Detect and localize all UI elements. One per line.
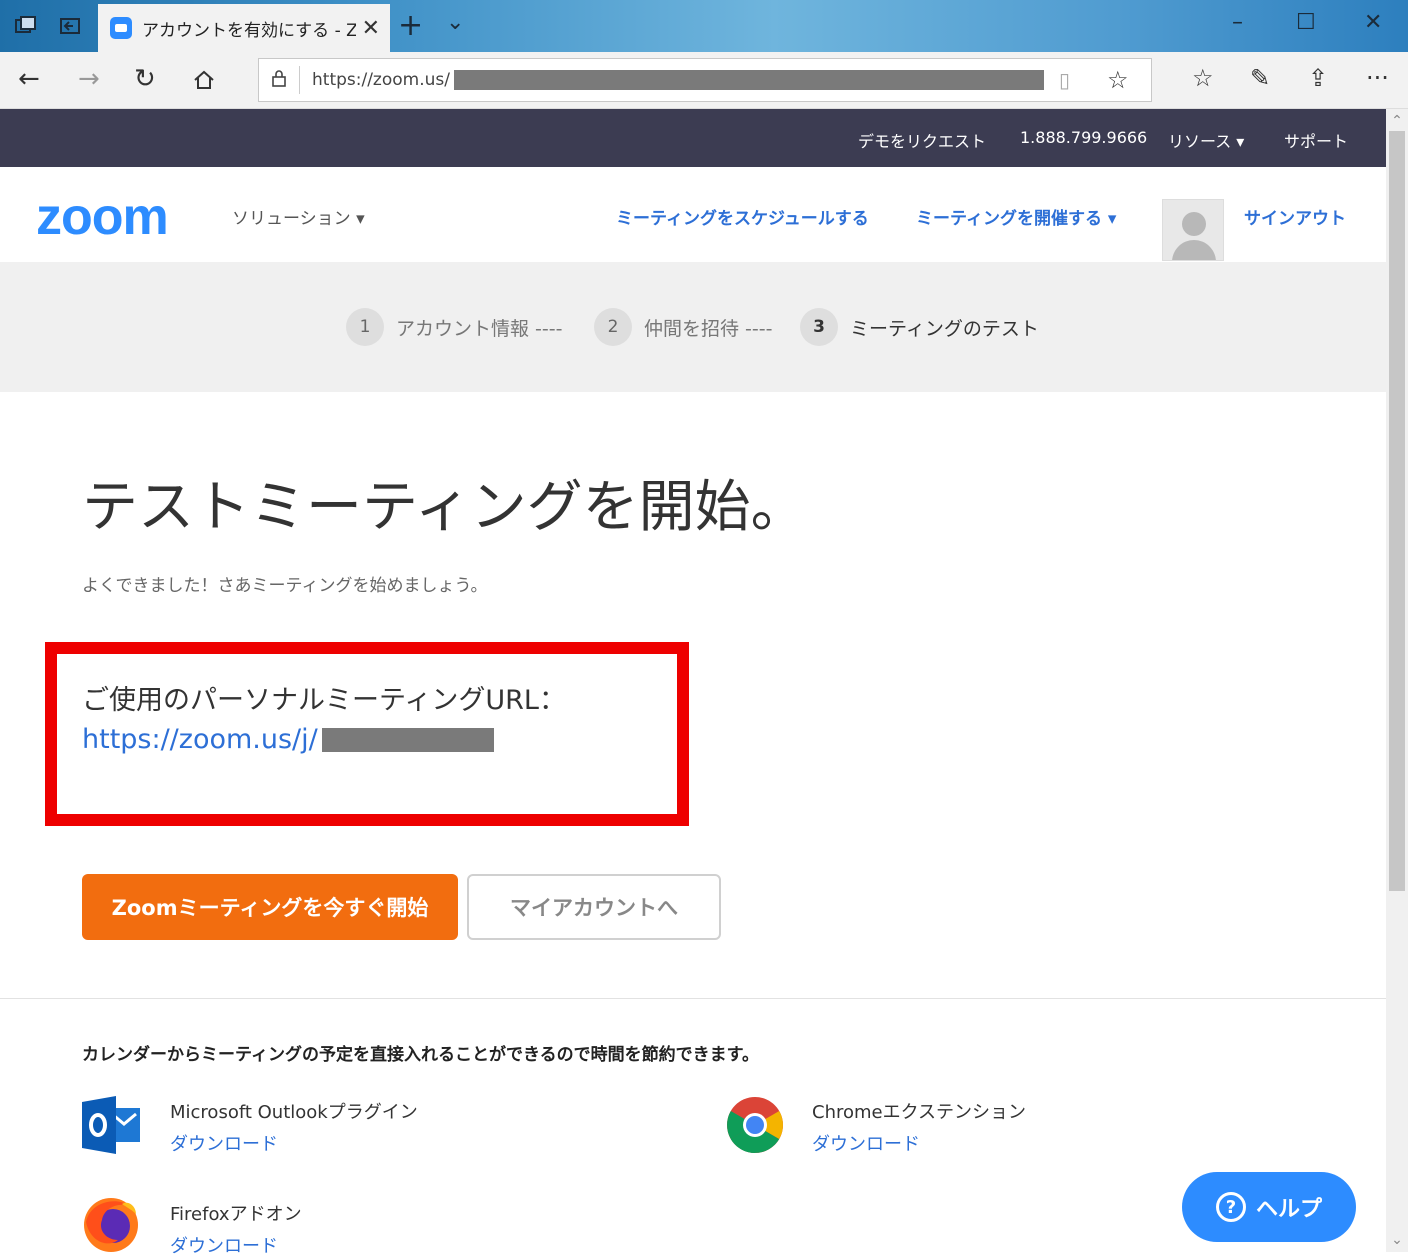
meeting-url-text[interactable]: https://zoom.us/j/ bbox=[82, 724, 318, 755]
page-scrollbar[interactable]: ⌃ ⌄ bbox=[1386, 109, 1408, 1252]
plugin-name: Chromeエクステンション bbox=[812, 1102, 1027, 1123]
request-demo-link[interactable]: デモをリクエスト bbox=[858, 128, 986, 152]
question-icon: ? bbox=[1215, 1192, 1246, 1222]
calendar-promo-text: カレンダーからミーティングの予定を直接入れることができるので時間を節約できます。 bbox=[82, 1045, 759, 1065]
plugin-name: Microsoft Outlookプラグイン bbox=[170, 1102, 418, 1123]
tabs-aside-icon[interactable] bbox=[50, 6, 90, 46]
browser-tab-active[interactable]: アカウントを有効にする - Z ✕ bbox=[98, 4, 390, 52]
address-bar-row: ← → ↻ https://zoom.us/ ▯ ☆ ☆ ✎ ⇪ ··· bbox=[0, 52, 1408, 109]
chrome-icon bbox=[726, 1096, 784, 1158]
scroll-down-icon[interactable]: ⌄ bbox=[1386, 1232, 1408, 1248]
phone-number[interactable]: 1.888.799.9666 bbox=[1020, 128, 1147, 147]
redacted-meeting-id bbox=[321, 727, 494, 752]
page-subtitle: よくできました！さあミーティングを始めましょう。 bbox=[82, 576, 488, 596]
outlook-icon bbox=[82, 1094, 142, 1160]
scrollbar-thumb[interactable] bbox=[1389, 131, 1405, 891]
divider bbox=[0, 998, 1386, 999]
scroll-up-icon[interactable]: ⌃ bbox=[1386, 113, 1408, 129]
home-icon[interactable] bbox=[192, 64, 216, 99]
back-arrow-icon[interactable]: ← bbox=[18, 64, 40, 94]
solutions-menu[interactable]: ソリューション ▾ bbox=[232, 204, 365, 229]
resources-menu[interactable]: リソース ▾ bbox=[1168, 128, 1244, 152]
address-field[interactable]: https://zoom.us/ ▯ ☆ bbox=[258, 58, 1152, 102]
zoom-favicon-icon bbox=[110, 17, 132, 39]
page-title: テストミーティングを開始。 bbox=[82, 475, 807, 540]
tab-close-icon[interactable]: ✕ bbox=[362, 16, 380, 41]
browser-tab-bar: アカウントを有効にする - Z ✕ + ⌄ – ☐ ✕ bbox=[0, 0, 1408, 52]
host-meeting-menu[interactable]: ミーティングを開催する ▾ bbox=[916, 204, 1116, 229]
avatar[interactable] bbox=[1162, 199, 1224, 261]
my-account-button[interactable]: マイアカウントへ bbox=[467, 874, 721, 940]
maximize-button[interactable]: ☐ bbox=[1296, 10, 1316, 35]
signup-progress-steps: 1 アカウント情報 ---- 2 仲間を招待 ---- 3 ミーティングのテスト bbox=[0, 262, 1386, 392]
pen-icon[interactable]: ✎ bbox=[1250, 64, 1270, 92]
help-button[interactable]: ? ヘルプ bbox=[1182, 1172, 1356, 1242]
chevron-down-icon[interactable]: ⌄ bbox=[446, 10, 464, 35]
sign-out-link[interactable]: サインアウト bbox=[1244, 204, 1346, 229]
refresh-icon[interactable]: ↻ bbox=[134, 64, 156, 94]
site-header: zoom ソリューション ▾ ミーティングをスケジュールする ミーティングを開催… bbox=[0, 167, 1386, 262]
favorites-list-icon[interactable]: ☆ bbox=[1192, 64, 1214, 92]
firefox-icon bbox=[82, 1196, 140, 1256]
minimize-button[interactable]: – bbox=[1232, 10, 1243, 35]
step-account-info: 1 アカウント情報 ---- bbox=[346, 308, 562, 346]
reading-view-icon[interactable]: ▯ bbox=[1059, 68, 1070, 92]
personal-meeting-url[interactable]: https://zoom.us/j/ bbox=[82, 724, 494, 755]
support-link[interactable]: サポート bbox=[1284, 128, 1348, 152]
tab-title: アカウントを有効にする - Z bbox=[142, 20, 356, 41]
new-tab-icon[interactable]: + bbox=[398, 8, 423, 43]
schedule-meeting-link[interactable]: ミーティングをスケジュールする bbox=[616, 204, 869, 229]
personal-url-label: ご使用のパーソナルミーティングURL： bbox=[82, 685, 566, 716]
help-label: ヘルプ bbox=[1255, 1197, 1322, 1222]
forward-arrow-icon[interactable]: → bbox=[78, 64, 100, 94]
close-window-button[interactable]: ✕ bbox=[1364, 10, 1382, 35]
more-menu-icon[interactable]: ··· bbox=[1366, 64, 1389, 92]
redacted-address bbox=[453, 70, 1044, 90]
zoom-top-strip: デモをリクエスト 1.888.799.9666 リソース ▾ サポート bbox=[0, 109, 1386, 167]
plugin-firefox: Firefoxアドオン ダウンロード bbox=[170, 1200, 302, 1258]
lock-icon bbox=[259, 69, 299, 92]
tab-preview-icon[interactable] bbox=[6, 6, 46, 46]
favorite-star-icon[interactable]: ☆ bbox=[1107, 66, 1129, 94]
download-link[interactable]: ダウンロード bbox=[170, 1130, 418, 1156]
plugin-name: Firefoxアドオン bbox=[170, 1204, 302, 1225]
address-text: https://zoom.us/ bbox=[312, 70, 450, 90]
download-link[interactable]: ダウンロード bbox=[812, 1130, 1026, 1156]
plugin-outlook: Microsoft Outlookプラグイン ダウンロード bbox=[170, 1098, 418, 1156]
plugin-chrome: Chromeエクステンション ダウンロード bbox=[812, 1098, 1026, 1156]
step-test-meeting: 3 ミーティングのテスト bbox=[800, 308, 1039, 346]
zoom-logo[interactable]: zoom bbox=[36, 187, 169, 247]
step-invite: 2 仲間を招待 ---- bbox=[594, 308, 772, 346]
share-icon[interactable]: ⇪ bbox=[1308, 64, 1328, 92]
start-meeting-button[interactable]: Zoomミーティングを今すぐ開始 bbox=[82, 874, 458, 940]
download-link[interactable]: ダウンロード bbox=[170, 1232, 302, 1258]
